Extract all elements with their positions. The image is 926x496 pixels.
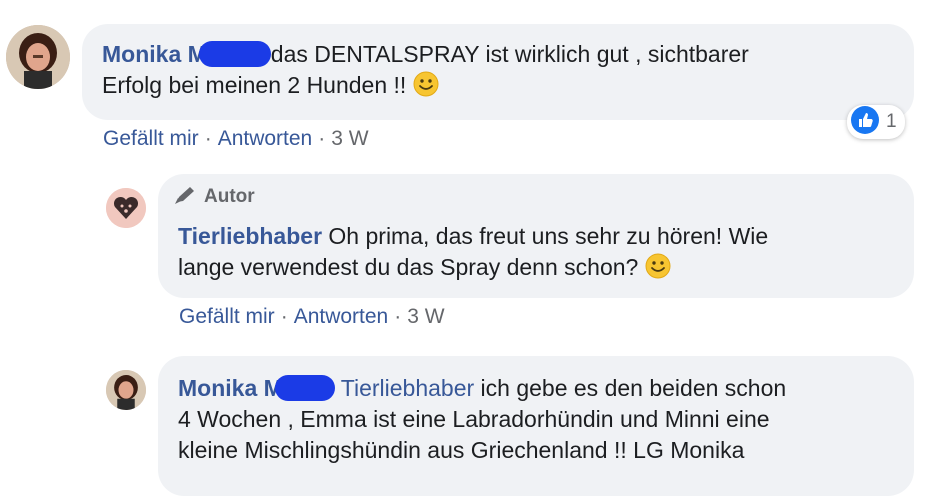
- timestamp[interactable]: 3 W: [407, 305, 444, 328]
- comment-actions-2: Gefällt mir · Antworten · 3 W: [179, 304, 445, 330]
- comment-author[interactable]: Tierliebhaber: [178, 223, 322, 249]
- avatar-monika-image: [106, 370, 146, 410]
- avatar-tierliebhaber[interactable]: [106, 188, 146, 228]
- comment-text-1: Monika M das DENTALSPRAY ist wirklich gut…: [102, 39, 749, 105]
- reaction-count: 1: [886, 111, 897, 132]
- comment-body-line: ich gebe es den beiden schon: [480, 375, 787, 401]
- mention-link[interactable]: Tierliebhaber: [341, 375, 474, 401]
- like-link[interactable]: Gefällt mir: [103, 127, 199, 150]
- comment-body-line: lange verwendest du das Spray denn schon…: [178, 254, 639, 280]
- reply-link[interactable]: Antworten: [294, 305, 389, 328]
- separator: ·: [204, 127, 212, 150]
- separator: ·: [394, 305, 402, 328]
- smiley-emoji-icon: [413, 71, 439, 105]
- comment-body-line: kleine Mischlingshündin aus Griechenland…: [178, 437, 745, 463]
- comment-body-line: 4 Wochen , Emma ist eine Labradorhündin …: [178, 406, 770, 432]
- comment-author[interactable]: Monika M: [102, 41, 207, 67]
- thumbs-up-icon: [850, 105, 880, 140]
- comment-text-2: Tierliebhaber Oh prima, das freut uns se…: [178, 221, 768, 287]
- comment-text-3: Monika M Tierliebhaber ich gebe es den b…: [178, 373, 786, 466]
- timestamp[interactable]: 3 W: [331, 127, 368, 150]
- author-badge: Autor: [174, 185, 255, 212]
- reply-link[interactable]: Antworten: [218, 127, 313, 150]
- redaction-mark: [274, 375, 335, 401]
- comment-bubble-2: Autor Tierliebhaber Oh prima, das freut …: [158, 174, 914, 298]
- like-link[interactable]: Gefällt mir: [179, 305, 275, 328]
- comment-author[interactable]: Monika M: [178, 375, 283, 401]
- avatar-monika[interactable]: [106, 370, 146, 410]
- comment-actions-1: Gefällt mir · Antworten · 3 W: [103, 126, 369, 152]
- avatar-monika[interactable]: [6, 25, 70, 89]
- separator: ·: [318, 127, 326, 150]
- comment-body-line: Erfolg bei meinen 2 Hunden !!: [102, 72, 407, 98]
- comment-body-line: Oh prima, das freut uns sehr zu hören! W…: [328, 223, 769, 249]
- redaction-mark: [198, 41, 271, 67]
- avatar-monika-image: [6, 25, 70, 89]
- smiley-emoji-icon: [645, 253, 671, 287]
- comment-body-line: das DENTALSPRAY ist wirklich gut , sicht…: [270, 41, 749, 67]
- comment-bubble-3: Monika M Tierliebhaber ich gebe es den b…: [158, 356, 914, 496]
- separator: ·: [280, 305, 288, 328]
- avatar-tierliebhaber-image: [106, 188, 146, 228]
- comment-bubble-1: Monika M das DENTALSPRAY ist wirklich gut…: [82, 24, 914, 120]
- author-badge-label: Autor: [204, 186, 255, 207]
- pencil-icon: [174, 185, 198, 212]
- reaction-summary[interactable]: 1: [847, 105, 905, 139]
